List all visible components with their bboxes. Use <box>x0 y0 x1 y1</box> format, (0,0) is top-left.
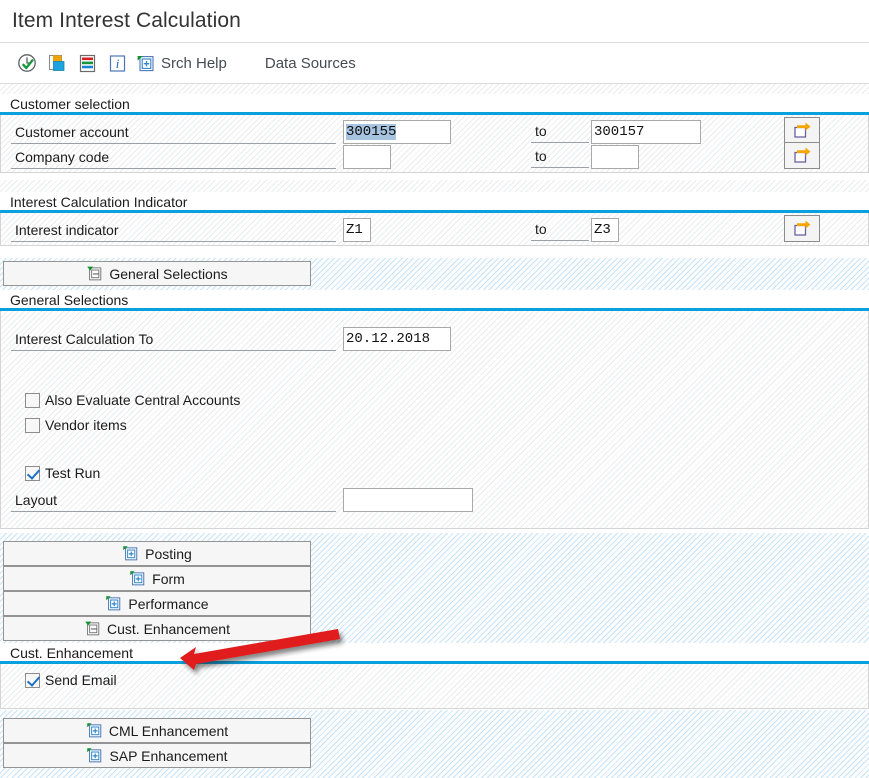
collapse-minus-icon <box>86 265 103 282</box>
toggle-cust-enhancement-button[interactable]: Cust. Enhancement <box>3 616 311 641</box>
sap-enhancement-toggle-label: SAP Enhancement <box>109 747 228 764</box>
company-code-to-input[interactable] <box>591 145 639 169</box>
checkbox-box <box>25 392 40 408</box>
application-toolbar: i Srch Help Data Sources <box>0 43 869 84</box>
search-help-label: Srch Help <box>161 54 227 72</box>
interest-indicator-body: Interest indicator Z1 to Z3 <box>0 213 869 246</box>
toggle-general-selections-button[interactable]: General Selections <box>3 261 311 286</box>
toggle-form-button[interactable]: Form <box>3 566 311 591</box>
cust-enhancement-section: Cust. Enhancement Send Email <box>0 643 869 710</box>
window-title-bar: Item Interest Calculation <box>0 0 869 43</box>
general-selections-section: General Selections Interest Calculation … <box>0 290 869 530</box>
general-selections-header-label: General Selections <box>10 292 129 308</box>
customer-account-multiple-selection-button[interactable] <box>784 117 820 144</box>
checkbox-label: Vendor items <box>45 417 127 433</box>
expand-plus-icon <box>122 545 139 562</box>
section-toggle-strip-middle: Posting Form Performance Cust. Enhanceme… <box>0 533 869 643</box>
performance-toggle-label: Performance <box>128 595 209 612</box>
interest-indicator-to-input[interactable]: Z3 <box>591 218 619 242</box>
checkbox-also-evaluate-central-accounts[interactable]: Also Evaluate Central Accounts <box>25 392 240 408</box>
copy-layers-icon[interactable] <box>42 50 72 76</box>
collapse-minus-icon <box>84 620 101 637</box>
checkbox-send-email[interactable]: Send Email <box>25 672 117 688</box>
company-code-multiple-selection-button[interactable] <box>784 142 820 169</box>
expand-plus-icon <box>86 747 103 764</box>
customer-account-to-input[interactable]: 300157 <box>591 120 701 144</box>
layout-row: Layout <box>11 488 336 512</box>
checkbox-box <box>25 465 40 481</box>
page-title: Item Interest Calculation <box>12 9 241 32</box>
layout-input[interactable] <box>343 488 473 512</box>
section-toggle-strip-bottom: CML Enhancement SAP Enhancement <box>0 710 869 778</box>
variants-list-icon[interactable] <box>72 50 102 76</box>
company-code-label: Company code <box>11 146 336 169</box>
interest-indicator-row: Interest indicator <box>11 218 336 242</box>
cust-enhancement-header-label: Cust. Enhancement <box>10 645 133 661</box>
company-code-to-label: to <box>531 145 589 168</box>
company-code-from-input[interactable] <box>343 145 391 169</box>
interest-indicator-header-label: Interest Calculation Indicator <box>10 194 188 210</box>
posting-toggle-label: Posting <box>145 545 192 562</box>
customer-selection-body: Customer account 300155 to 300157 Compan… <box>0 115 869 173</box>
interest-indicator-label: Interest indicator <box>11 219 336 242</box>
general-selections-header: General Selections <box>0 290 869 311</box>
svg-text:i: i <box>115 56 119 71</box>
customer-account-from-value: 300155 <box>346 124 397 140</box>
interest-calculation-indicator-section: Interest Calculation Indicator Interest … <box>0 180 869 258</box>
form-toggle-label: Form <box>152 570 185 587</box>
interest-calculation-to-input[interactable]: 20.12.2018 <box>343 327 451 351</box>
expand-plus-icon <box>105 595 122 612</box>
section-spacer <box>0 84 869 94</box>
checkbox-label: Send Email <box>45 672 117 688</box>
toggle-performance-button[interactable]: Performance <box>3 591 311 616</box>
expand-plus-icon <box>129 570 146 587</box>
customer-account-from-input[interactable]: 300155 <box>343 120 451 144</box>
toggle-sap-enhancement-button[interactable]: SAP Enhancement <box>3 743 311 768</box>
interest-indicator-from-input[interactable]: Z1 <box>343 218 371 242</box>
cust-enhancement-toggle-label: Cust. Enhancement <box>107 620 230 637</box>
general-selections-body: Interest Calculation To 20.12.2018 Also … <box>0 311 869 529</box>
expand-node-icon <box>136 54 155 73</box>
checkbox-box <box>25 417 40 433</box>
customer-account-label: Customer account <box>11 121 336 144</box>
interest-indicator-to-label: to <box>531 218 589 241</box>
interest-calculation-to-value: 20.12.2018 <box>346 331 431 347</box>
cml-enhancement-toggle-label: CML Enhancement <box>108 722 229 739</box>
general-selections-toggle-label: General Selections <box>109 265 228 282</box>
toggle-cml-enhancement-button[interactable]: CML Enhancement <box>3 718 311 743</box>
checkbox-test-run[interactable]: Test Run <box>25 465 100 481</box>
data-sources-button[interactable]: Data Sources <box>265 55 356 72</box>
general-selections-toggle-strip: General Selections <box>0 258 869 290</box>
toggle-posting-button[interactable]: Posting <box>3 541 311 566</box>
customer-selection-section: Customer selection Customer account 3001… <box>0 84 869 180</box>
checkbox-label: Test Run <box>45 465 101 481</box>
interest-indicator-multiple-selection-button[interactable] <box>784 215 820 242</box>
interest-indicator-from-value: Z1 <box>346 222 363 238</box>
interest-indicator-to-value: Z3 <box>594 222 611 238</box>
checkbox-label: Also Evaluate Central Accounts <box>45 392 241 408</box>
company-code-row: Company code <box>11 145 336 169</box>
layout-label: Layout <box>11 489 336 512</box>
checkbox-box <box>25 672 40 688</box>
cust-enhancement-header: Cust. Enhancement <box>0 643 869 664</box>
interest-calculation-to-row: Interest Calculation To <box>11 327 336 351</box>
information-icon[interactable]: i <box>102 50 132 76</box>
execute-clock-icon[interactable] <box>12 50 42 76</box>
cust-enhancement-body: Send Email <box>0 664 869 709</box>
section-spacer <box>0 180 869 192</box>
customer-selection-header-label: Customer selection <box>10 96 130 112</box>
customer-account-row: Customer account <box>11 120 336 144</box>
customer-account-to-label: to <box>531 120 589 143</box>
checkbox-vendor-items[interactable]: Vendor items <box>25 417 127 433</box>
customer-selection-header: Customer selection <box>0 94 869 115</box>
expand-plus-icon <box>86 722 103 739</box>
search-help-button[interactable]: Srch Help <box>136 54 227 73</box>
interest-indicator-header: Interest Calculation Indicator <box>0 192 869 213</box>
interest-calculation-to-label: Interest Calculation To <box>11 328 336 351</box>
customer-account-to-value: 300157 <box>594 124 645 140</box>
